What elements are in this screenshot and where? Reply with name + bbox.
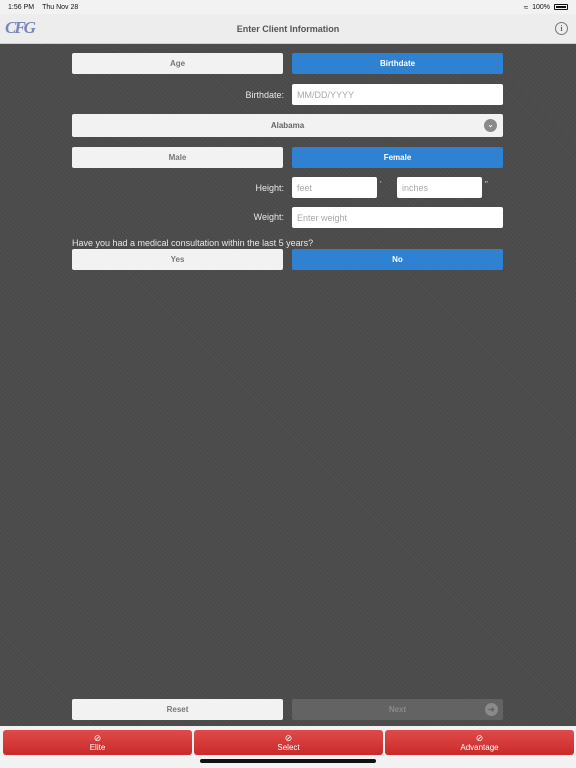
tab-select[interactable]: ⊘ Select — [194, 730, 383, 755]
arrow-right-icon: ➜ — [485, 703, 498, 716]
weight-label: Weight: — [253, 212, 284, 222]
weight-input[interactable]: Enter weight — [292, 207, 503, 228]
height-feet-input[interactable]: feet — [292, 177, 377, 198]
height-label: Height: — [255, 183, 284, 193]
battery-percent: 100% — [532, 3, 550, 11]
height-inches-input[interactable]: inches — [397, 177, 482, 198]
medical-yes-button[interactable]: Yes — [72, 249, 283, 270]
age-toggle-button[interactable]: Age — [72, 53, 283, 74]
state-select[interactable]: Alabama ⌄ — [72, 114, 503, 137]
medical-no-button[interactable]: No — [292, 249, 503, 270]
cfg-logo: CFG — [5, 18, 36, 37]
birthdate-input[interactable]: MM/DD/YYYY — [292, 84, 503, 105]
battery-icon — [554, 4, 568, 10]
tab-elite[interactable]: ⊘ Elite — [3, 730, 192, 755]
status-right: ≈ 100% — [524, 3, 568, 12]
medical-question: Have you had a medical consultation with… — [72, 238, 314, 248]
next-button[interactable]: Next ➜ — [292, 699, 503, 720]
reset-button[interactable]: Reset — [72, 699, 283, 720]
tab-advantage[interactable]: ⊘ Advantage — [385, 730, 574, 755]
no-entry-icon: ⊘ — [284, 732, 293, 743]
wifi-icon: ≈ — [523, 2, 529, 12]
tab-select-label: Select — [277, 742, 300, 752]
next-button-label: Next — [388, 705, 407, 714]
inches-mark: " — [485, 180, 488, 189]
female-toggle-button[interactable]: Female — [292, 147, 503, 168]
page-title: Enter Client Information — [236, 23, 340, 34]
nav-bar: CFG Enter Client Information i — [0, 14, 576, 44]
no-entry-icon: ⊘ — [93, 732, 102, 743]
state-select-value: Alabama — [270, 121, 305, 130]
male-toggle-button[interactable]: Male — [72, 147, 283, 168]
feet-mark: ' — [380, 180, 382, 189]
status-time: 1:56 PM — [8, 3, 35, 11]
birthdate-label: Birthdate: — [245, 90, 284, 100]
tab-advantage-label: Advantage — [460, 742, 499, 752]
home-indicator — [200, 759, 376, 763]
tab-elite-label: Elite — [89, 742, 106, 752]
info-icon[interactable]: i — [555, 22, 568, 35]
birthdate-toggle-button[interactable]: Birthdate — [292, 53, 503, 74]
chevron-down-icon: ⌄ — [484, 119, 497, 132]
status-bar: 1:56 PM Thu Nov 28 ≈ 100% — [0, 0, 576, 14]
status-date: Thu Nov 28 — [42, 3, 79, 11]
no-entry-icon: ⊘ — [475, 732, 484, 743]
